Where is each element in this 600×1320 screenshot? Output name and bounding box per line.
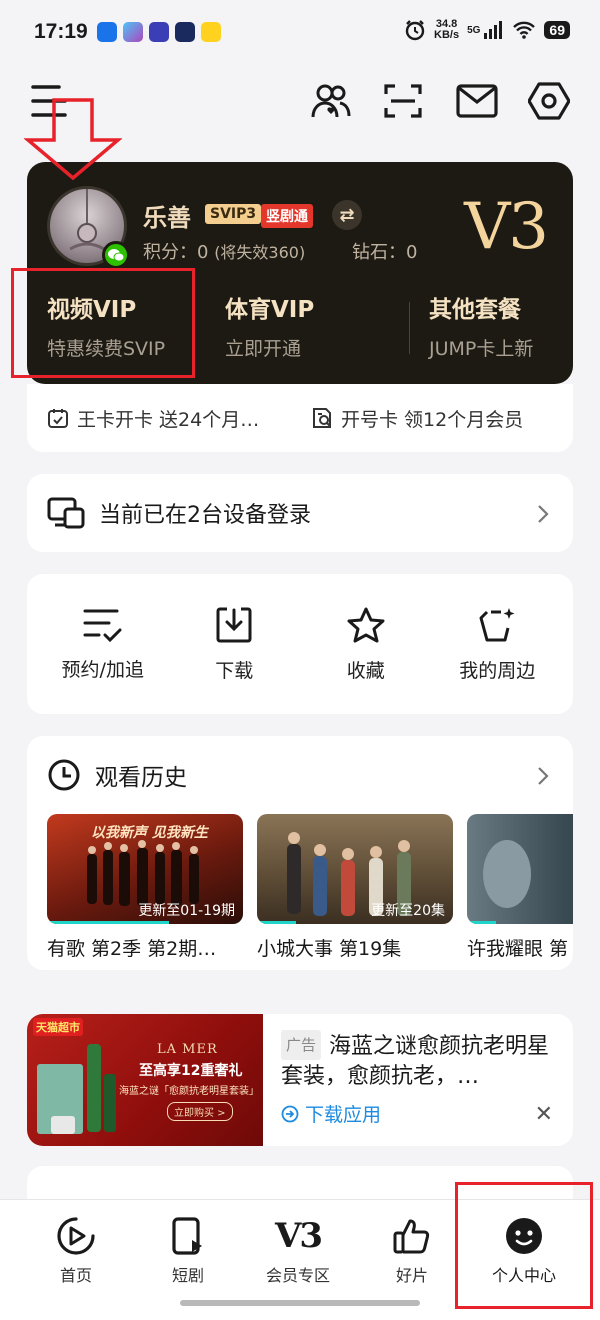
status-bar: 17:19 34.8 KB/s 5G 69 xyxy=(0,0,600,64)
ad-title[interactable]: 广告 海蓝之谜愈颜抗老明星套装，愈颜抗老，… xyxy=(281,1030,563,1092)
progress-bar xyxy=(467,921,496,924)
quick-action-download[interactable]: 下载 xyxy=(174,606,294,683)
history-item[interactable]: 许我耀眼 第 xyxy=(467,814,573,961)
history-header[interactable]: 观看历史 xyxy=(47,758,187,792)
scan-icon[interactable] xyxy=(380,78,426,124)
battery-level: 69 xyxy=(544,21,570,39)
annotation-box-video-vip xyxy=(11,268,195,378)
wifi-icon xyxy=(513,21,536,39)
vip-level[interactable]: V3 xyxy=(464,190,549,264)
progress-bar xyxy=(47,921,169,924)
network-type: 5G xyxy=(467,24,481,36)
annotation-arrow-icon xyxy=(24,98,122,180)
download-icon xyxy=(216,607,252,642)
nav-home[interactable]: 首页 xyxy=(36,1216,116,1286)
status-time: 17:19 xyxy=(34,20,88,43)
chevron-right-icon xyxy=(538,505,549,523)
quick-actions: 预约/加追 下载 收藏 我的周边 xyxy=(27,574,573,714)
calendar-check-icon xyxy=(48,409,68,428)
device-login-row[interactable]: 当前已在2台设备登录 xyxy=(27,474,573,552)
short-drama-badge[interactable]: 竖剧通 xyxy=(261,204,313,228)
package-sports-vip[interactable]: 体育VIP 立即开通 xyxy=(225,290,314,361)
devices-icon xyxy=(47,497,85,529)
home-indicator[interactable] xyxy=(180,1300,420,1306)
poster xyxy=(467,814,573,924)
promo-strip: 王卡开卡 送24个月… 开号卡 领12个月会员 xyxy=(27,384,573,452)
net-speed: 34.8 KB/s xyxy=(434,18,460,41)
package-other[interactable]: 其他套餐 JUMP卡上新 xyxy=(429,290,533,361)
app-notification-icon xyxy=(201,22,221,42)
ad-download-link[interactable]: 下载应用 xyxy=(281,1100,381,1127)
promo-wangka[interactable]: 王卡开卡 送24个月… xyxy=(47,405,297,432)
ad-banner[interactable]: 天猫超市 LA MER 至高享12重奢礼 海蓝之谜「愈颜抗老明星套装」 立即购买… xyxy=(27,1014,573,1146)
history-item[interactable]: 更新至20集 小城大事 第19集 xyxy=(257,814,453,961)
history-item[interactable]: 以我新声 见我新生 更新至01-19期 有歌 第2季 第2期… xyxy=(47,814,243,961)
avatar[interactable] xyxy=(47,186,130,269)
poster: 更新至20集 xyxy=(257,814,453,924)
chevron-right-icon[interactable] xyxy=(537,766,549,786)
sim-card-icon xyxy=(313,408,331,428)
app-notification-icon xyxy=(175,22,195,42)
progress-bar xyxy=(257,921,296,924)
annotation-box-profile xyxy=(455,1182,593,1309)
watch-history: 观看历史 以我新声 见我新生 更新至01-19期 有歌 第2季 第2期… 更新至… xyxy=(27,736,573,970)
quick-action-favorites[interactable]: 收藏 xyxy=(306,606,426,683)
signal-icon xyxy=(484,21,503,39)
short-drama-icon xyxy=(172,1217,202,1255)
friends-icon[interactable] xyxy=(308,78,354,124)
reservation-icon xyxy=(83,609,122,642)
v3-icon: V3 xyxy=(274,1216,323,1256)
divider xyxy=(409,302,410,354)
points-info[interactable]: 积分：0 (将失效360) xyxy=(143,238,305,264)
merch-icon xyxy=(479,607,515,641)
status-app-icons xyxy=(97,22,221,42)
clock-icon xyxy=(48,759,80,791)
play-circle-icon xyxy=(57,1217,95,1255)
alarm-icon xyxy=(405,20,425,41)
swap-icon[interactable]: ⇄ xyxy=(332,200,362,230)
settings-icon[interactable] xyxy=(526,78,572,124)
diamonds-info[interactable]: 钻石：0 xyxy=(352,238,417,264)
promo-simcard[interactable]: 开号卡 领12个月会员 xyxy=(311,405,523,432)
close-icon[interactable]: ✕ xyxy=(535,1102,553,1127)
star-icon xyxy=(347,607,385,642)
svip-badge[interactable]: SVIP3 xyxy=(205,204,262,224)
app-notification-icon xyxy=(97,22,117,42)
app-notification-icon xyxy=(149,22,169,42)
download-arrow-icon xyxy=(281,1105,299,1122)
nav-vip-zone[interactable]: V3 会员专区 xyxy=(258,1216,338,1286)
username: 乐善 xyxy=(143,204,191,232)
nav-short-drama[interactable]: 短剧 xyxy=(148,1216,228,1286)
quick-action-merch[interactable]: 我的周边 xyxy=(437,606,557,683)
poster: 以我新声 见我新生 更新至01-19期 xyxy=(47,814,243,924)
nav-good-films[interactable]: 好片 xyxy=(372,1216,452,1286)
app-notification-icon xyxy=(123,22,143,42)
wechat-icon xyxy=(102,241,130,269)
thumbs-up-icon xyxy=(393,1219,430,1254)
ad-tag: 广告 xyxy=(281,1030,322,1060)
mail-icon[interactable] xyxy=(454,78,500,124)
ad-image[interactable]: 天猫超市 LA MER 至高享12重奢礼 海蓝之谜「愈颜抗老明星套装」 立即购买… xyxy=(27,1014,263,1146)
quick-action-reservation[interactable]: 预约/加追 xyxy=(43,607,163,682)
